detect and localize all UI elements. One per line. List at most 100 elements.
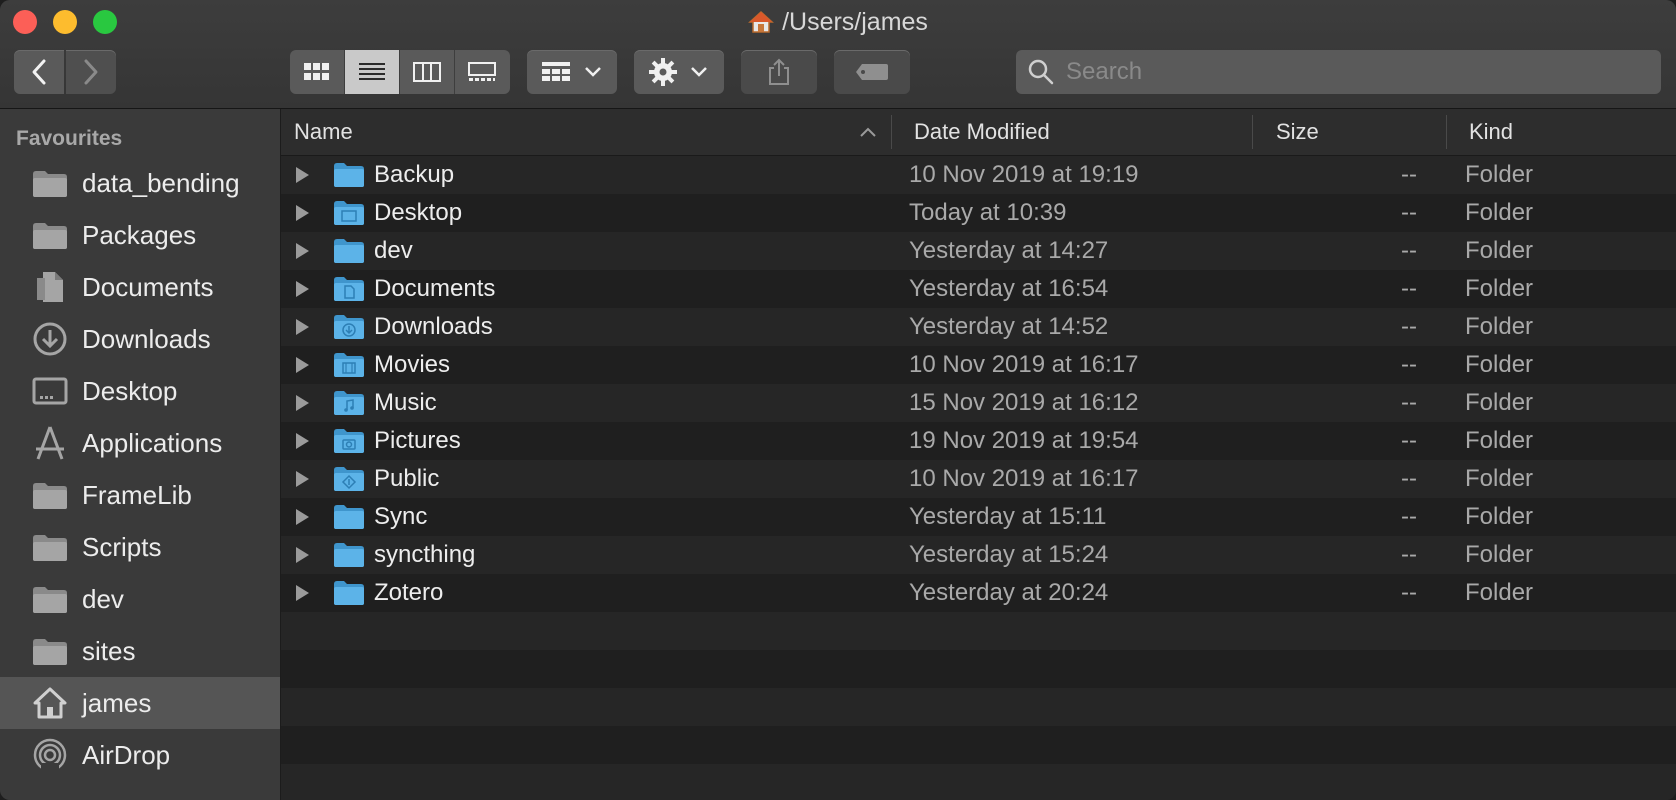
sidebar-item-packages[interactable]: Packages: [0, 209, 280, 261]
file-size: --: [1401, 579, 1417, 606]
tags-button[interactable]: [834, 50, 910, 94]
search-input[interactable]: [1064, 57, 1628, 87]
file-date-modified: Yesterday at 14:52: [909, 313, 1109, 340]
sort-ascending-icon: [860, 127, 876, 137]
group-by-button[interactable]: [527, 50, 617, 94]
finder-window: /Users/james Search Favourites data_bend…: [0, 0, 1676, 800]
file-size: --: [1401, 351, 1417, 378]
disclosure-triangle-icon[interactable]: [296, 585, 309, 601]
sidebar-item-airdrop[interactable]: AirDrop: [0, 729, 280, 781]
table-row[interactable]: dev Yesterday at 14:27 -- Folder: [281, 232, 1676, 270]
file-kind: Folder: [1465, 541, 1534, 568]
disclosure-triangle-icon[interactable]: [296, 547, 309, 563]
search-field[interactable]: [1016, 50, 1661, 94]
file-date-modified: Yesterday at 15:11: [909, 503, 1107, 530]
sidebar-item-dev[interactable]: dev: [0, 573, 280, 625]
file-size: --: [1401, 161, 1417, 188]
tag-icon: [856, 64, 888, 80]
column-separator[interactable]: [1446, 115, 1447, 149]
disclosure-triangle-icon[interactable]: [296, 243, 309, 259]
table-row[interactable]: Public 10 Nov 2019 at 16:17 -- Folder: [281, 460, 1676, 498]
column-separator[interactable]: [891, 115, 892, 149]
share-button[interactable]: [741, 50, 817, 94]
table-row[interactable]: Sync Yesterday at 15:11 -- Folder: [281, 498, 1676, 536]
file-date-modified: Yesterday at 16:54: [909, 275, 1109, 302]
table-row[interactable]: Movies 10 Nov 2019 at 16:17 -- Folder: [281, 346, 1676, 384]
table-row[interactable]: syncthing Yesterday at 15:24 -- Folder: [281, 536, 1676, 574]
column-header-kind[interactable]: Kind: [1469, 109, 1513, 155]
back-button[interactable]: [14, 50, 64, 94]
disclosure-triangle-icon[interactable]: [296, 357, 309, 373]
disclosure-triangle-icon[interactable]: [296, 167, 309, 183]
disclosure-triangle-icon[interactable]: [296, 281, 309, 297]
column-header-date[interactable]: Date Modified: [914, 109, 1050, 155]
file-kind: Folder: [1465, 579, 1534, 606]
pictures-folder-icon: [334, 429, 364, 453]
file-name: Public: [374, 465, 440, 492]
sidebar-item-scripts[interactable]: Scripts: [0, 521, 280, 573]
list-view-icon: [359, 63, 385, 80]
icon-view-button[interactable]: [290, 50, 345, 94]
table-row[interactable]: Backup 10 Nov 2019 at 19:19 -- Folder: [281, 156, 1676, 194]
sidebar-item-applications[interactable]: Applications: [0, 417, 280, 469]
disclosure-triangle-icon[interactable]: [296, 205, 309, 221]
documents-folder-icon: [334, 277, 364, 301]
table-row[interactable]: Desktop Today at 10:39 -- Folder: [281, 194, 1676, 232]
column-header-name[interactable]: Name: [294, 109, 353, 155]
action-menu-button[interactable]: [634, 50, 724, 94]
table-row[interactable]: Music 15 Nov 2019 at 16:12 -- Folder: [281, 384, 1676, 422]
folder-icon: [33, 483, 67, 509]
disclosure-triangle-icon[interactable]: [296, 319, 309, 335]
file-size: --: [1401, 313, 1417, 340]
file-date-modified: 10 Nov 2019 at 19:19: [909, 161, 1139, 188]
sidebar-item-desktop[interactable]: Desktop: [0, 365, 280, 417]
folder-icon: [334, 543, 364, 567]
sidebar-item-label: Packages: [82, 219, 197, 250]
file-name: Documents: [374, 275, 496, 302]
file-date-modified: Yesterday at 15:24: [909, 541, 1109, 568]
chevron-down-icon: [585, 67, 601, 77]
empty-row: [281, 688, 1676, 726]
forward-button[interactable]: [66, 50, 116, 94]
file-name: Sync: [374, 503, 428, 530]
column-separator[interactable]: [1252, 115, 1253, 149]
sidebar-item-downloads[interactable]: Downloads: [0, 313, 280, 365]
gallery-view-button[interactable]: [455, 50, 509, 94]
sidebar-item-label: sites: [82, 635, 136, 666]
table-row[interactable]: Downloads Yesterday at 14:52 -- Folder: [281, 308, 1676, 346]
folder-icon: [33, 223, 67, 249]
table-row[interactable]: Zotero Yesterday at 20:24 -- Folder: [281, 574, 1676, 612]
sidebar: Favourites data_bending Packages Documen…: [0, 109, 281, 800]
table-row[interactable]: Pictures 19 Nov 2019 at 19:54 -- Folder: [281, 422, 1676, 460]
file-kind: Folder: [1465, 313, 1534, 340]
sidebar-item-label: dev: [82, 583, 124, 614]
disclosure-triangle-icon[interactable]: [296, 509, 309, 525]
table-row[interactable]: Documents Yesterday at 16:54 -- Folder: [281, 270, 1676, 308]
sidebar-item-documents[interactable]: Documents: [0, 261, 280, 313]
empty-row: [281, 726, 1676, 764]
sidebar-item-label: Documents: [82, 271, 214, 302]
disclosure-triangle-icon[interactable]: [296, 433, 309, 449]
file-name: Desktop: [374, 199, 463, 226]
file-kind: Folder: [1465, 161, 1534, 188]
sidebar-item-data-bending[interactable]: data_bending: [0, 157, 280, 209]
file-kind: Folder: [1465, 351, 1534, 378]
disclosure-triangle-icon[interactable]: [296, 395, 309, 411]
folder-icon: [33, 587, 67, 613]
file-date-modified: Yesterday at 14:27: [909, 237, 1109, 264]
sidebar-item-label: Downloads: [82, 323, 211, 354]
column-view-button[interactable]: [400, 50, 455, 94]
disclosure-triangle-icon[interactable]: [296, 471, 309, 487]
file-rows: Backup 10 Nov 2019 at 19:19 -- Folder Deskto…: [281, 156, 1676, 800]
sidebar-item-sites[interactable]: sites: [0, 625, 280, 677]
list-view-button[interactable]: [345, 50, 400, 94]
downloads-folder-icon: [334, 315, 364, 339]
sidebar-item-james[interactable]: james: [0, 677, 280, 729]
share-icon: [769, 58, 789, 85]
file-name: dev: [374, 237, 413, 264]
gallery-view-icon: [468, 62, 496, 81]
sidebar-item-framelib[interactable]: FrameLib: [0, 469, 280, 521]
column-header-size[interactable]: Size: [1276, 109, 1319, 155]
window-title: /Users/james: [0, 6, 1676, 38]
file-size: --: [1401, 199, 1417, 226]
